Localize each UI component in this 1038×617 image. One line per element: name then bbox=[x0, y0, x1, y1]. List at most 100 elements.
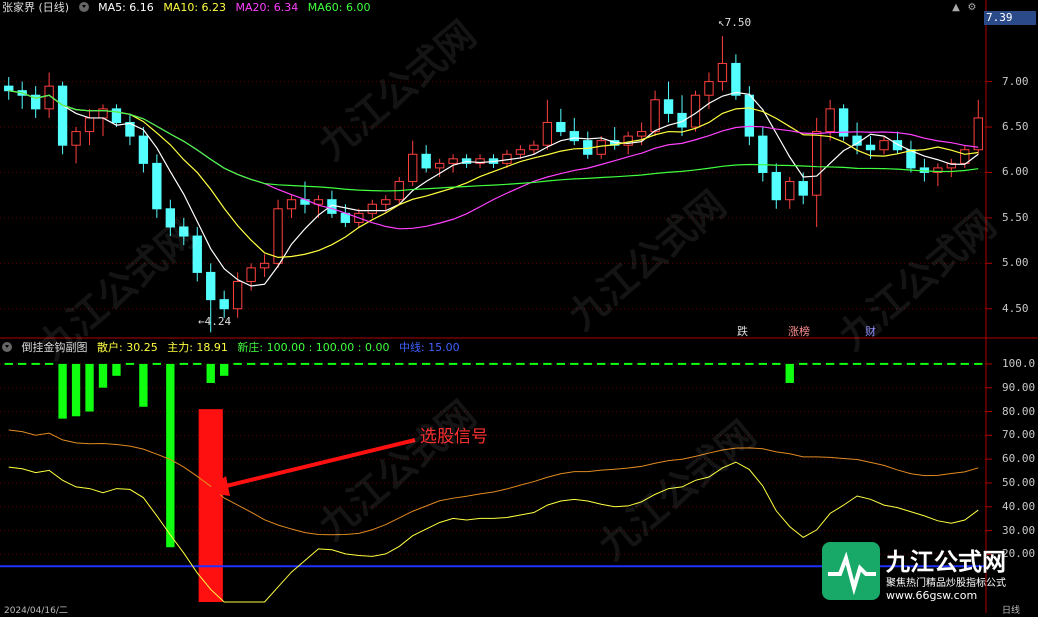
candle-body bbox=[879, 140, 889, 151]
green-bar bbox=[71, 363, 81, 417]
green-tick bbox=[731, 362, 741, 365]
stock-title[interactable]: 张家界 (日线) bbox=[2, 1, 69, 14]
candle-body bbox=[812, 131, 822, 196]
ma10-label: MA10: 6.23 bbox=[163, 1, 227, 14]
green-tick bbox=[327, 362, 337, 365]
green-tick bbox=[610, 362, 619, 365]
candle-body bbox=[973, 117, 983, 151]
candle-body bbox=[232, 280, 243, 310]
green-tick bbox=[44, 362, 54, 365]
y-tick-label: 6.50 bbox=[1002, 120, 1029, 134]
green-tick bbox=[974, 362, 983, 365]
candle-body bbox=[542, 121, 553, 146]
green-tick bbox=[314, 362, 323, 365]
green-bar bbox=[139, 363, 148, 407]
green-bar bbox=[58, 363, 67, 419]
signal-bar bbox=[198, 409, 223, 602]
green-bar bbox=[85, 363, 94, 412]
green-tick bbox=[704, 362, 714, 365]
green-tick bbox=[825, 362, 835, 365]
flag-cai[interactable]: 财 bbox=[865, 323, 876, 339]
candle-body bbox=[246, 267, 256, 282]
candle-body bbox=[71, 131, 81, 146]
candle-body bbox=[731, 62, 741, 96]
svg-text:www.66gsw.com: www.66gsw.com bbox=[886, 589, 977, 602]
candle-body bbox=[825, 108, 835, 133]
green-tick bbox=[597, 362, 606, 365]
candle-body bbox=[57, 85, 68, 146]
y-tick-label: 40.00 bbox=[1002, 499, 1036, 513]
green-tick bbox=[475, 362, 485, 365]
green-tick bbox=[839, 362, 848, 365]
candle-body bbox=[717, 62, 728, 83]
y-tick-label: 80.00 bbox=[1002, 404, 1036, 418]
candle-body bbox=[192, 235, 202, 273]
green-tick bbox=[287, 362, 296, 365]
green-tick bbox=[462, 362, 471, 365]
xinzhuang-label: 新庄: 100.00 : 100.00 : 0.00 bbox=[237, 341, 390, 354]
flag-zhangbang[interactable]: 涨榜 bbox=[788, 323, 810, 339]
green-tick bbox=[395, 362, 404, 365]
candle-body bbox=[206, 271, 216, 301]
dropdown-icon[interactable] bbox=[2, 342, 12, 352]
high-label: ↖7.50 bbox=[718, 16, 752, 29]
footer-period[interactable]: 日线 bbox=[1002, 603, 1020, 616]
candle-body bbox=[286, 199, 297, 210]
candle-body bbox=[273, 208, 283, 264]
green-tick bbox=[691, 362, 700, 365]
green-tick bbox=[341, 362, 350, 365]
candle-body bbox=[650, 99, 660, 133]
green-tick bbox=[879, 362, 889, 365]
settings-icon[interactable]: ⚙ bbox=[966, 2, 978, 14]
y-tick-label: 100.0 bbox=[1002, 356, 1036, 370]
green-tick bbox=[408, 362, 417, 365]
chart-stage: 九江公式网 九江公式网 九江公式网 九江公式网 九江公式网 九江公式网 张家界 … bbox=[0, 0, 1038, 616]
green-tick bbox=[718, 362, 727, 365]
green-tick bbox=[273, 362, 283, 365]
green-tick bbox=[260, 362, 269, 365]
candle-body bbox=[865, 144, 876, 151]
y-tick-label: 60.00 bbox=[1002, 452, 1036, 466]
footer-date: 2024/04/16/二 bbox=[4, 606, 68, 616]
candle-body bbox=[798, 181, 808, 196]
candle-body bbox=[771, 171, 781, 201]
green-tick bbox=[677, 362, 687, 365]
green-tick bbox=[152, 362, 162, 365]
ma60-label: MA60: 6.00 bbox=[307, 1, 371, 14]
chart-canvas bbox=[0, 0, 1038, 613]
arrow-up-icon[interactable]: ▲ bbox=[950, 2, 962, 14]
candle-body bbox=[4, 85, 14, 92]
green-tick bbox=[435, 362, 444, 365]
green-tick bbox=[866, 362, 875, 365]
y-tick-label: 5.00 bbox=[1002, 256, 1029, 270]
signal-annotation: 选股信号 bbox=[420, 427, 488, 447]
green-tick bbox=[650, 362, 660, 365]
candle-body bbox=[434, 162, 445, 169]
ma5-label: MA5: 6.16 bbox=[98, 1, 154, 14]
candle-body bbox=[960, 149, 970, 164]
candle-body bbox=[785, 181, 795, 201]
green-tick bbox=[543, 362, 552, 365]
green-tick bbox=[906, 362, 916, 365]
candle-body bbox=[448, 158, 458, 164]
current-price-tag: 7.39 bbox=[984, 11, 1036, 25]
green-tick bbox=[933, 362, 943, 365]
dropdown-icon[interactable] bbox=[78, 2, 89, 12]
candle-body bbox=[381, 199, 391, 205]
indicator-title[interactable]: 倒挂金钩副图 bbox=[22, 341, 88, 354]
green-tick bbox=[623, 362, 633, 365]
sub-header: 倒挂金钩副图 散户: 30.25 主力: 18.91 新庄: 100.00 : … bbox=[2, 340, 466, 356]
green-bar bbox=[220, 363, 229, 376]
green-tick bbox=[852, 362, 862, 365]
green-tick bbox=[516, 362, 525, 365]
sanhu-label: 散户: 30.25 bbox=[97, 341, 158, 354]
green-tick bbox=[233, 362, 242, 365]
flag-die[interactable]: 跌 bbox=[737, 323, 748, 339]
candle-body bbox=[408, 153, 418, 183]
green-tick bbox=[637, 362, 646, 365]
green-bar bbox=[785, 363, 794, 383]
candle-body bbox=[596, 140, 606, 155]
green-tick bbox=[31, 362, 40, 365]
green-tick bbox=[799, 362, 808, 365]
y-tick-label: 30.00 bbox=[1002, 523, 1036, 537]
